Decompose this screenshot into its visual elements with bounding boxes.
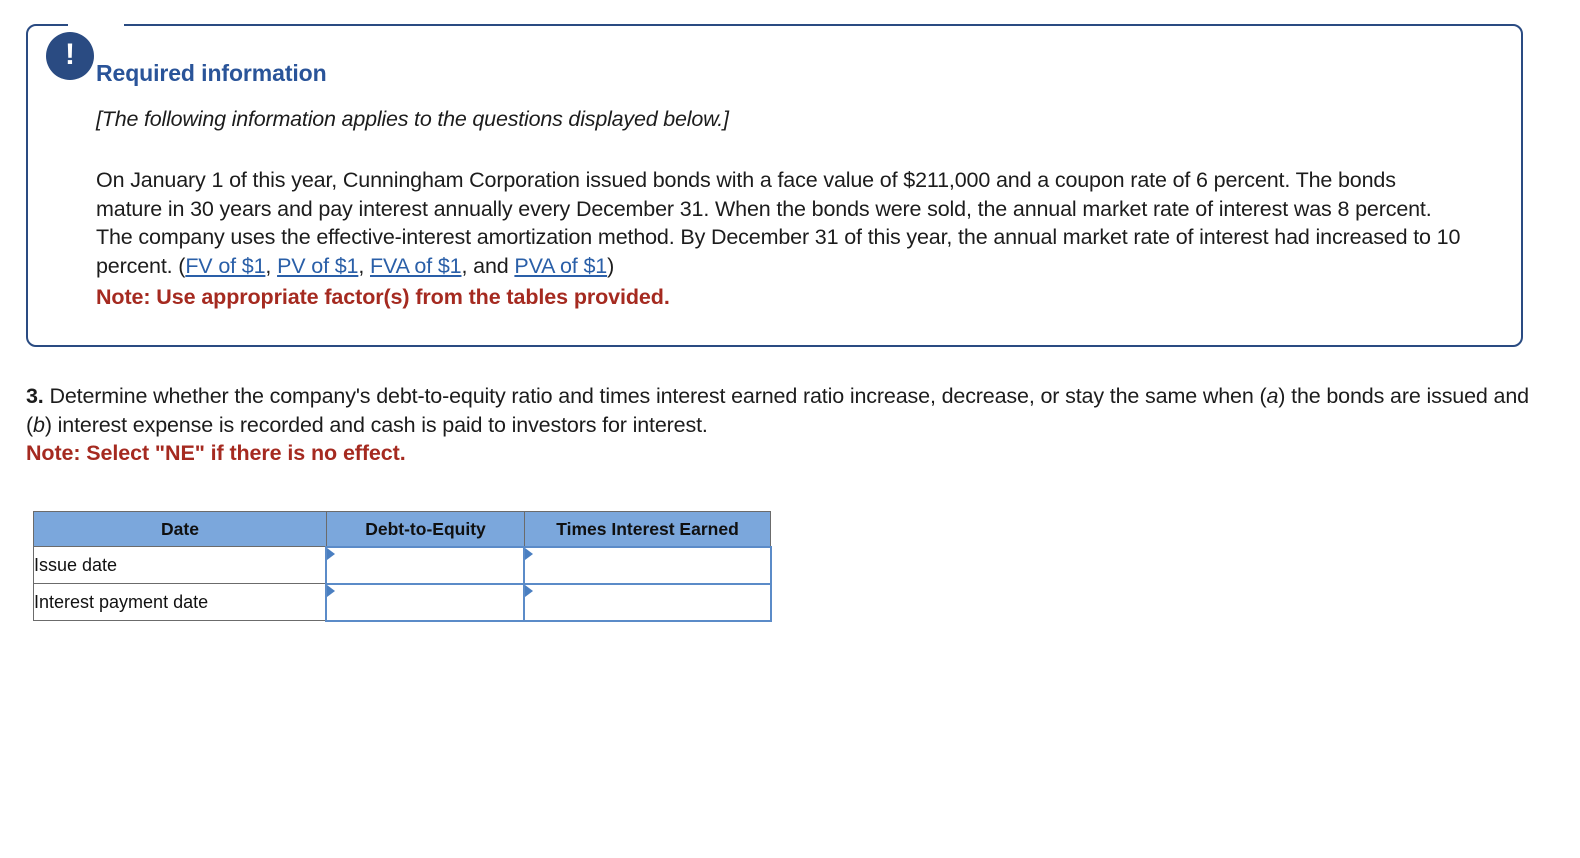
interest-payment-date-times-interest-earned-dropdown[interactable]	[523, 583, 772, 622]
question-number: 3.	[26, 384, 44, 408]
column-header-date: Date	[33, 511, 327, 547]
column-header-times-interest-earned: Times Interest Earned	[524, 511, 771, 547]
table-header: Date Debt-to-Equity Times Interest Earne…	[33, 511, 771, 547]
required-information-panel: ! Required information [The following in…	[26, 23, 1523, 347]
interest-payment-date-times-interest-earned-cell[interactable]	[523, 583, 772, 622]
scenario-text-part2: )	[607, 253, 615, 278]
caret-right-icon	[327, 548, 335, 560]
caret-right-icon	[525, 548, 533, 560]
question-3-block: 3. Determine whether the company's debt-…	[26, 382, 1546, 468]
interest-payment-date-debt-to-equity-dropdown[interactable]	[325, 583, 526, 622]
table-body: Issue date Interest payment date	[33, 546, 772, 622]
column-header-debt-to-equity: Debt-to-Equity	[326, 511, 525, 547]
caret-right-icon	[327, 585, 335, 597]
question-text-c: ) interest expense is recorded and cash …	[44, 412, 708, 437]
applies-to-questions-note: [The following information applies to th…	[96, 107, 729, 131]
alert-note-red: Note: Use appropriate factor(s) from the…	[96, 285, 670, 309]
question-text-a: Determine whether the company's debt-to-…	[43, 384, 1267, 408]
question-note-red: Note: Select "NE" if there is no effect.	[26, 441, 406, 465]
table-row: Interest payment date	[33, 583, 772, 622]
table-row: Issue date	[33, 546, 772, 585]
pv-of-1-link[interactable]: PV of $1	[277, 254, 358, 278]
row-label-issue-date: Issue date	[33, 546, 327, 584]
issue-date-debt-to-equity-dropdown[interactable]	[325, 546, 526, 585]
scenario-paragraph: On January 1 of this year, Cunningham Co…	[96, 166, 1466, 312]
issue-date-times-interest-earned-cell[interactable]	[523, 546, 772, 585]
fv-of-1-link[interactable]: FV of $1	[185, 254, 265, 278]
question-italic-a: a	[1266, 384, 1279, 408]
alert-body: Required information [The following info…	[96, 60, 1501, 312]
caret-right-icon	[525, 585, 533, 597]
badge-notch	[68, 23, 124, 29]
scenario-sep-2: ,	[358, 253, 370, 278]
scenario-sep-3: , and	[461, 253, 515, 278]
fva-of-1-link[interactable]: FVA of $1	[370, 254, 462, 278]
exclamation-glyph: !	[65, 38, 75, 71]
issue-date-debt-to-equity-cell[interactable]	[325, 546, 526, 585]
question-italic-b: b	[33, 412, 45, 437]
row-label-interest-payment-date: Interest payment date	[33, 583, 327, 621]
issue-date-times-interest-earned-dropdown[interactable]	[523, 546, 772, 585]
pva-of-1-link[interactable]: PVA of $1	[514, 254, 607, 278]
interest-payment-date-debt-to-equity-cell[interactable]	[325, 583, 526, 622]
ratio-effects-table: Date Debt-to-Equity Times Interest Earne…	[33, 511, 772, 622]
exclamation-icon: !	[46, 32, 94, 80]
required-information-heading: Required information	[96, 60, 327, 86]
scenario-sep-1: ,	[265, 253, 278, 278]
table-header-row: Date Debt-to-Equity Times Interest Earne…	[33, 511, 771, 547]
answer-table-wrapper: Date Debt-to-Equity Times Interest Earne…	[33, 511, 772, 622]
